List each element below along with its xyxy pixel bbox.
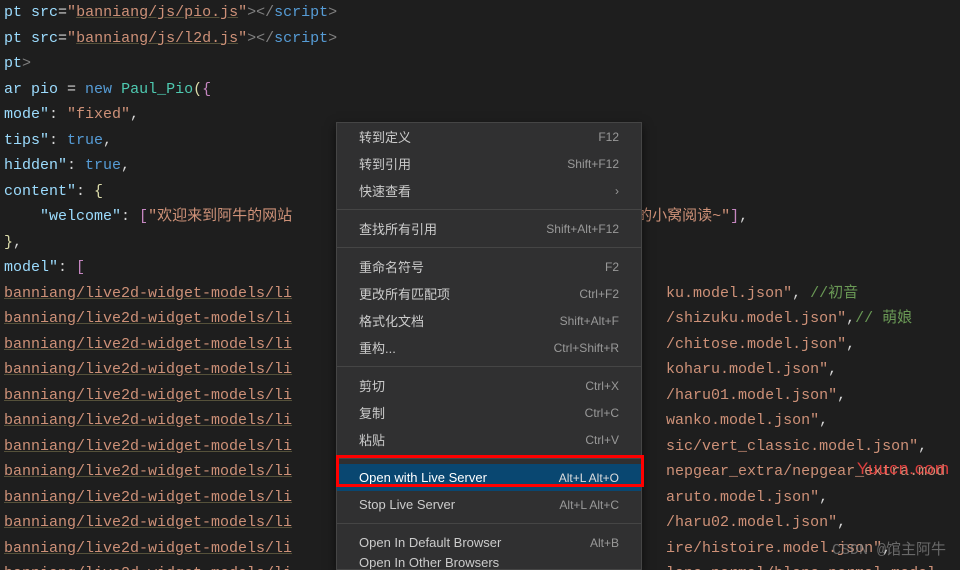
menu-separator	[337, 523, 641, 524]
menu-find-all-refs[interactable]: 查找所有引用Shift+Alt+F12	[337, 215, 641, 242]
menu-peek[interactable]: 快速查看›	[337, 177, 641, 204]
watermark-yuucn: Yuucn.com	[857, 459, 950, 479]
menu-goto-references[interactable]: 转到引用Shift+F12	[337, 150, 641, 177]
chevron-right-icon: ›	[615, 184, 619, 198]
menu-open-default-browser[interactable]: Open In Default BrowserAlt+B	[337, 529, 641, 556]
menu-rename-symbol[interactable]: 重命名符号F2	[337, 253, 641, 280]
menu-paste[interactable]: 粘贴Ctrl+V	[337, 426, 641, 453]
menu-stop-live-server[interactable]: Stop Live ServerAlt+L Alt+C	[337, 491, 641, 518]
menu-cut[interactable]: 剪切Ctrl+X	[337, 372, 641, 399]
menu-separator	[337, 247, 641, 248]
context-menu: 转到定义F12 转到引用Shift+F12 快速查看› 查找所有引用Shift+…	[336, 122, 642, 570]
watermark-csdn: CSDN @馆主阿牛	[832, 538, 946, 559]
menu-separator	[337, 366, 641, 367]
menu-copy[interactable]: 复制Ctrl+C	[337, 399, 641, 426]
code-line: pt src="banniang/js/l2d.js"></script>	[0, 26, 960, 52]
menu-open-live-server[interactable]: Open with Live ServerAlt+L Alt+O	[337, 464, 641, 491]
menu-separator	[337, 458, 641, 459]
menu-separator	[337, 209, 641, 210]
code-line: pt>	[0, 51, 960, 77]
menu-refactor[interactable]: 重构...Ctrl+Shift+R	[337, 334, 641, 361]
code-line: ar pio = new Paul_Pio({	[0, 77, 960, 103]
menu-goto-definition[interactable]: 转到定义F12	[337, 123, 641, 150]
code-line: pt src="banniang/js/pio.js"></script>	[0, 0, 960, 26]
menu-change-all[interactable]: 更改所有匹配项Ctrl+F2	[337, 280, 641, 307]
menu-open-other-browsers[interactable]: Open In Other Browsers	[337, 556, 641, 569]
menu-format-document[interactable]: 格式化文档Shift+Alt+F	[337, 307, 641, 334]
